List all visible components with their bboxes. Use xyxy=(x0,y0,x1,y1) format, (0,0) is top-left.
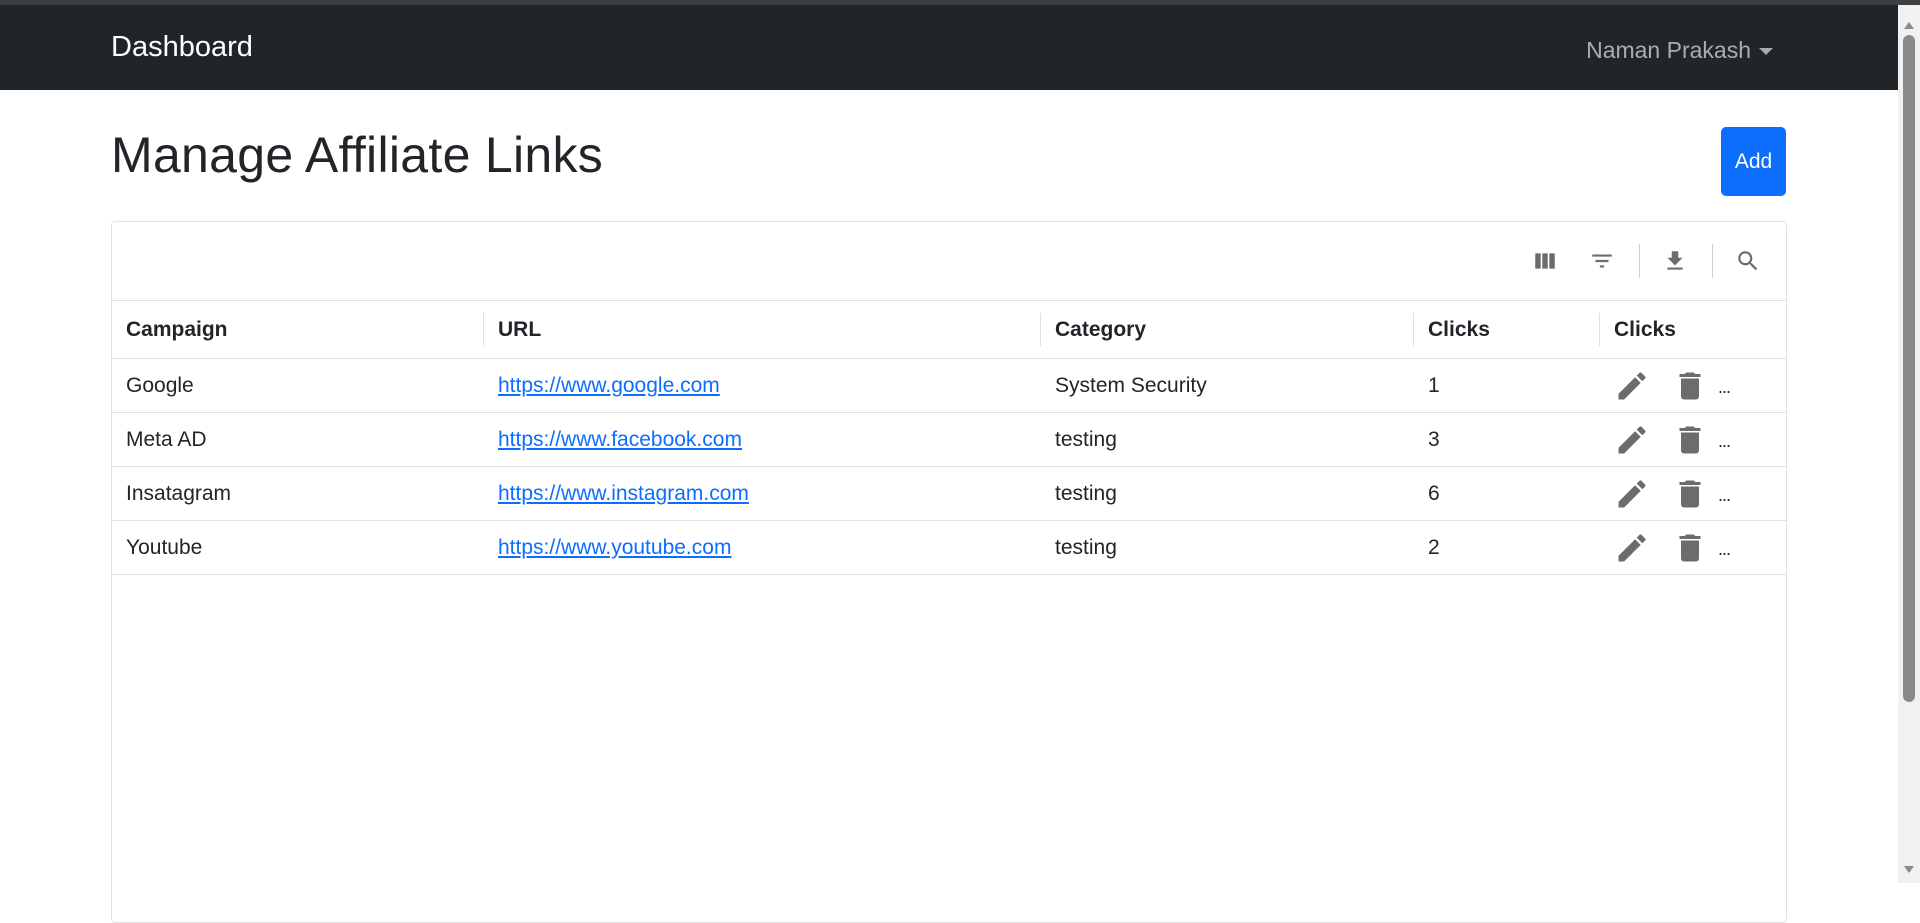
edit-icon[interactable] xyxy=(1614,368,1650,404)
columns-icon[interactable] xyxy=(1532,248,1558,274)
url-link[interactable]: https://www.instagram.com xyxy=(498,482,749,505)
cell-category: testing xyxy=(1041,412,1414,467)
cell-url: https://www.instagram.com xyxy=(484,466,1041,521)
scroll-up-arrow-icon[interactable] xyxy=(1904,22,1914,29)
vertical-scrollbar[interactable] xyxy=(1898,5,1920,883)
table-row: Meta AD https://www.facebook.com testing… xyxy=(112,412,1786,467)
filter-icon[interactable] xyxy=(1589,248,1615,274)
search-icon[interactable] xyxy=(1735,248,1761,274)
cell-url: https://www.facebook.com xyxy=(484,412,1041,467)
affiliate-links-table: Campaign URL Category Clicks Clicks Goog… xyxy=(112,301,1786,575)
cell-clicks: 6 xyxy=(1414,466,1600,521)
table-row: Insatagram https://www.instagram.com tes… xyxy=(112,466,1786,521)
user-name: Naman Prakash xyxy=(1586,37,1751,63)
column-header-campaign[interactable]: Campaign xyxy=(112,301,484,359)
cell-campaign: Youtube xyxy=(112,520,484,575)
cell-category: System Security xyxy=(1041,358,1414,413)
scroll-down-arrow-icon[interactable] xyxy=(1904,866,1914,873)
cell-actions: ... xyxy=(1600,466,1786,521)
url-link[interactable]: https://www.google.com xyxy=(498,374,720,397)
cell-actions: ... xyxy=(1600,520,1786,575)
navbar: Dashboard Naman Prakash xyxy=(0,5,1898,90)
cell-url: https://www.google.com xyxy=(484,358,1041,413)
add-button[interactable]: Add xyxy=(1721,127,1786,196)
column-header-url[interactable]: URL xyxy=(484,301,1041,359)
scrollbar-thumb[interactable] xyxy=(1903,35,1915,702)
more-actions[interactable]: ... xyxy=(1718,535,1731,560)
toolbar-divider xyxy=(1639,244,1640,278)
url-link[interactable]: https://www.youtube.com xyxy=(498,536,731,559)
cell-actions: ... xyxy=(1600,358,1786,413)
cell-actions: ... xyxy=(1600,412,1786,467)
column-header-clicks[interactable]: Clicks xyxy=(1414,301,1600,359)
more-actions[interactable]: ... xyxy=(1718,481,1731,506)
cell-url: https://www.youtube.com xyxy=(484,520,1041,575)
table-toolbar xyxy=(112,222,1786,301)
edit-icon[interactable] xyxy=(1614,530,1650,566)
column-header-category[interactable]: Category xyxy=(1041,301,1414,359)
navbar-brand[interactable]: Dashboard xyxy=(111,31,253,64)
table-header-row: Campaign URL Category Clicks Clicks xyxy=(112,301,1786,359)
delete-icon[interactable] xyxy=(1672,422,1708,458)
column-header-actions[interactable]: Clicks xyxy=(1600,301,1786,359)
data-table-card: Campaign URL Category Clicks Clicks Goog… xyxy=(111,221,1787,923)
cell-campaign: Meta AD xyxy=(112,412,484,467)
cell-clicks: 3 xyxy=(1414,412,1600,467)
table-row: Youtube https://www.youtube.com testing … xyxy=(112,520,1786,575)
url-link[interactable]: https://www.facebook.com xyxy=(498,428,742,451)
cell-campaign: Insatagram xyxy=(112,466,484,521)
caret-down-icon xyxy=(1759,48,1773,55)
cell-clicks: 2 xyxy=(1414,520,1600,575)
cell-category: testing xyxy=(1041,520,1414,575)
delete-icon[interactable] xyxy=(1672,368,1708,404)
more-actions[interactable]: ... xyxy=(1718,427,1731,452)
edit-icon[interactable] xyxy=(1614,422,1650,458)
delete-icon[interactable] xyxy=(1672,530,1708,566)
cell-campaign: Google xyxy=(112,358,484,413)
page-title: Manage Affiliate Links xyxy=(111,127,604,183)
toolbar-divider xyxy=(1712,244,1713,278)
delete-icon[interactable] xyxy=(1672,476,1708,512)
more-actions[interactable]: ... xyxy=(1718,373,1731,398)
download-icon[interactable] xyxy=(1662,248,1688,274)
table-row: Google https://www.google.com System Sec… xyxy=(112,358,1786,413)
edit-icon[interactable] xyxy=(1614,476,1650,512)
cell-clicks: 1 xyxy=(1414,358,1600,413)
user-menu-toggle[interactable]: Naman Prakash xyxy=(1586,37,1773,64)
cell-category: testing xyxy=(1041,466,1414,521)
